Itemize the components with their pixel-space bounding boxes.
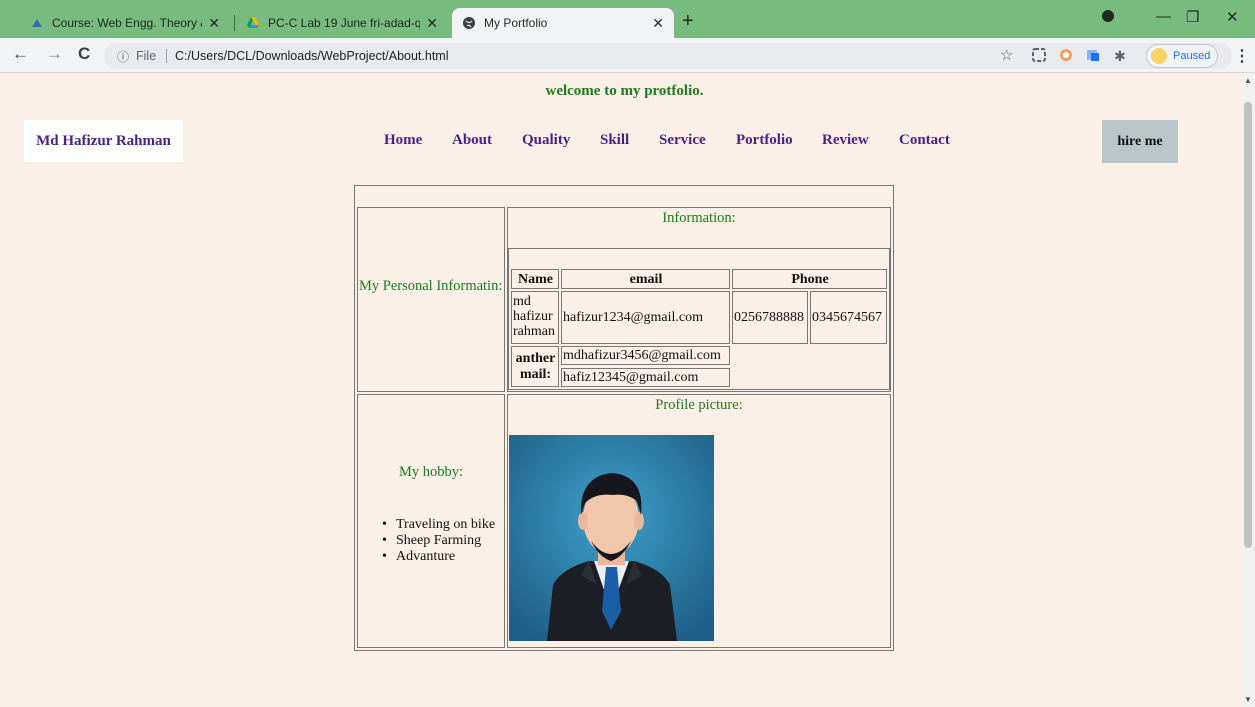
reload-button[interactable]: C — [78, 44, 90, 64]
url-text[interactable]: C:/Users/DCL/Downloads/WebProject/About.… — [175, 49, 449, 63]
tab-lab[interactable]: PC-C Lab 19 June fri-adad-qmw ✕ — [236, 8, 448, 38]
tab-title: PC-C Lab 19 June fri-adad-qmw — [268, 16, 421, 30]
nav-home-link[interactable]: Home — [384, 132, 422, 149]
tab-strip: Course: Web Engg. Theory & Lab ✕ PC-C La… — [0, 0, 1255, 38]
restore-button[interactable]: ❐ — [1186, 8, 1199, 26]
close-tab-icon[interactable]: ✕ — [652, 15, 664, 32]
bookmark-star-icon[interactable]: ☆ — [1000, 46, 1013, 64]
url-divider — [166, 49, 167, 63]
close-tab-icon[interactable]: ✕ — [426, 15, 438, 32]
screenshot-extension-icon[interactable] — [1032, 48, 1046, 65]
other-mail-label-line: anther — [515, 351, 556, 366]
scroll-down-icon[interactable]: ▼ — [1244, 695, 1252, 704]
name-line: md — [513, 294, 531, 309]
new-tab-button[interactable]: + — [682, 10, 694, 33]
back-button[interactable]: ← — [12, 44, 29, 64]
hire-me-button[interactable]: hire me — [1102, 120, 1178, 163]
phone-cell-1: 0256788888 — [732, 291, 808, 344]
nav-review-link[interactable]: Review — [822, 132, 869, 149]
list-item: Traveling on bike — [382, 517, 495, 533]
info-icon[interactable]: ⓘ — [117, 48, 129, 65]
profile-dot-icon[interactable] — [1101, 9, 1115, 27]
tab-my-portfolio[interactable]: My Portfolio ✕ — [452, 8, 674, 38]
information-label: Information: — [662, 210, 736, 226]
brand-logo[interactable]: Md Hafizur Rahman — [24, 120, 183, 162]
profile-picture — [509, 435, 714, 641]
nav-quality-link[interactable]: Quality — [522, 132, 570, 149]
translate-extension-icon[interactable] — [1086, 48, 1100, 65]
nav-service-link[interactable]: Service — [659, 132, 706, 149]
name-line: hafizur — [513, 309, 553, 324]
phone-header: Phone — [732, 269, 887, 289]
browser-menu-icon[interactable]: ⋮ — [1234, 46, 1250, 66]
tab-title: Course: Web Engg. Theory & Lab — [52, 16, 202, 30]
nav-about-link[interactable]: About — [452, 132, 492, 149]
avatar — [1151, 48, 1167, 64]
name-cell: md hafizur rahman — [511, 291, 559, 344]
close-window-button[interactable]: ✕ — [1226, 8, 1239, 26]
globe-icon — [462, 16, 476, 30]
name-line: rahman — [513, 324, 555, 339]
vertical-scrollbar[interactable]: ▲ ▼ — [1241, 74, 1255, 707]
brand-name: Md Hafizur Rahman — [36, 132, 171, 149]
extensions-puzzle-icon[interactable]: ✱ — [1114, 48, 1126, 65]
google-drive-icon — [246, 16, 260, 30]
profile-picture-label: Profile picture: — [655, 397, 743, 413]
other-email-cell-1: mdhafizur3456@gmail.com — [561, 346, 730, 365]
other-email-cell-2: hafiz12345@gmail.com — [561, 368, 730, 387]
businessman-avatar-icon — [509, 435, 714, 641]
email-cell: hafizur1234@gmail.com — [561, 291, 730, 344]
tab-separator — [234, 15, 235, 31]
personal-info-cell: My Personal Informatin: — [357, 207, 505, 392]
list-item: Sheep Farming — [382, 533, 495, 549]
nav-portfolio-link[interactable]: Portfolio — [736, 132, 793, 149]
hobby-list: Traveling on bike Sheep Farming Advantur… — [382, 517, 495, 565]
url-scheme-label: File — [136, 49, 157, 63]
tab-title: My Portfolio — [484, 16, 548, 30]
minimize-button[interactable]: — — [1156, 8, 1171, 25]
extension-orange-icon[interactable] — [1059, 48, 1073, 65]
list-item: Advanture — [382, 549, 495, 565]
personal-info-label: My Personal Informatin: — [359, 278, 503, 294]
nav-skill-link[interactable]: Skill — [600, 132, 629, 149]
profile-paused-button[interactable]: Paused — [1146, 44, 1218, 68]
other-mail-label-cell: anther mail: — [511, 346, 559, 387]
other-mail-label-line: mail: — [519, 367, 552, 382]
forward-button[interactable]: → — [46, 44, 63, 64]
scroll-thumb[interactable] — [1244, 102, 1252, 548]
profile-status-label: Paused — [1173, 50, 1211, 62]
phone-cell-2: 0345674567 — [810, 291, 887, 344]
close-tab-icon[interactable]: ✕ — [208, 15, 220, 32]
welcome-heading: welcome to my protfolio. — [545, 83, 704, 99]
hobby-label: My hobby: — [398, 464, 464, 480]
course-favicon-icon — [30, 16, 44, 30]
hire-me-label: hire me — [1117, 133, 1163, 149]
tab-course[interactable]: Course: Web Engg. Theory & Lab ✕ — [20, 8, 230, 38]
nav-contact-link[interactable]: Contact — [899, 132, 950, 149]
email-header: email — [561, 269, 730, 289]
name-header: Name — [511, 269, 559, 289]
browser-toolbar: ← → C ⓘ File C:/Users/DCL/Downloads/WebP… — [0, 38, 1255, 73]
